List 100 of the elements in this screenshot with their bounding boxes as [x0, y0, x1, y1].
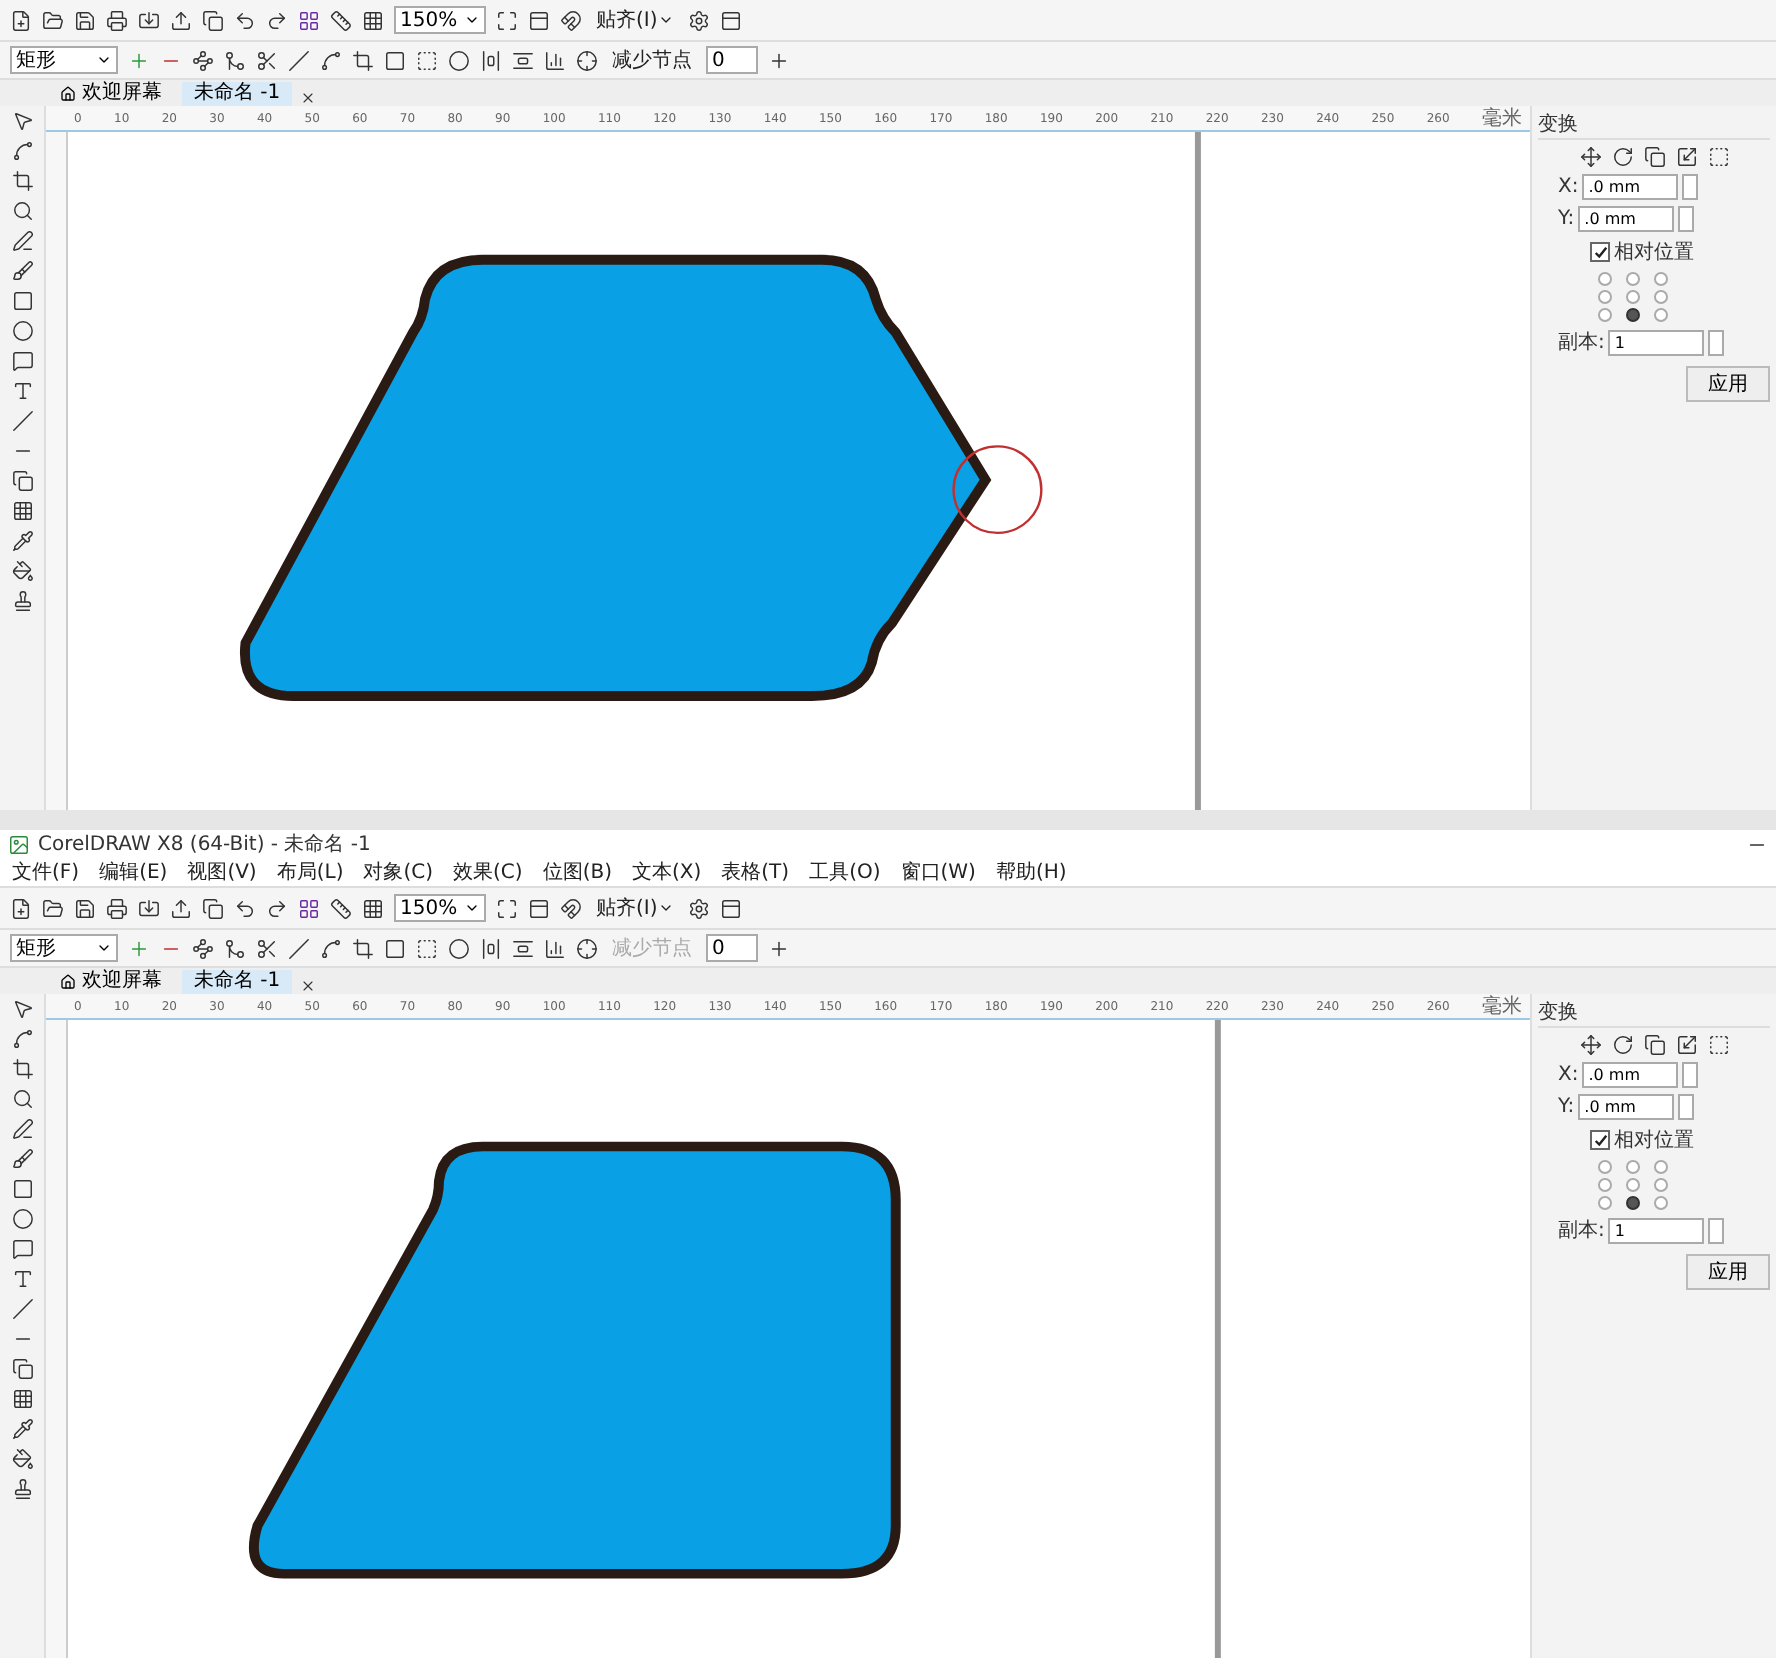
crop-icon[interactable] — [11, 170, 33, 192]
menu-item[interactable]: 帮助(H) — [995, 858, 1067, 886]
callout-icon[interactable] — [11, 350, 33, 372]
mirror-icon[interactable] — [1643, 146, 1665, 168]
ellipse-icon[interactable] — [11, 1208, 33, 1230]
anchor-radio[interactable] — [1598, 272, 1612, 286]
menu-item[interactable]: 布局(L) — [276, 858, 344, 886]
grid-icon[interactable] — [362, 897, 384, 919]
apply-button[interactable]: 应用 — [1686, 366, 1770, 402]
menu-item[interactable]: 文件(F) — [12, 858, 80, 886]
anchor-radio[interactable] — [1626, 290, 1640, 304]
undo-icon[interactable] — [234, 9, 256, 31]
pointer-icon[interactable] — [11, 110, 33, 132]
close-icon[interactable] — [300, 90, 317, 106]
close-icon[interactable] — [300, 978, 317, 994]
fill-icon[interactable] — [11, 1448, 33, 1470]
window-icon[interactable] — [719, 897, 742, 919]
shape-tool-icon[interactable] — [11, 1028, 33, 1050]
close-curve-icon[interactable] — [416, 937, 438, 959]
new-icon[interactable] — [10, 9, 32, 31]
target-icon[interactable] — [576, 49, 598, 71]
anchor-radio[interactable] — [1598, 1160, 1612, 1174]
copies-field[interactable]: 1 — [1608, 329, 1705, 355]
apply-button[interactable]: 应用 — [1686, 1254, 1770, 1290]
anchor-radio[interactable] — [1626, 1160, 1640, 1174]
magnet-icon[interactable] — [560, 897, 582, 919]
callout-icon[interactable] — [11, 1238, 33, 1260]
grid-icon[interactable] — [298, 9, 320, 31]
copy-icon[interactable] — [202, 9, 224, 31]
anchor-radio[interactable] — [1654, 1178, 1668, 1192]
menu-item[interactable]: 窗口(W) — [900, 858, 976, 886]
anchor-radio[interactable] — [1598, 1196, 1612, 1210]
anchor-radio[interactable] — [1654, 272, 1668, 286]
rect-icon[interactable] — [384, 937, 406, 959]
snap-dropdown[interactable]: 贴齐(I) — [592, 894, 678, 922]
zoom-field[interactable]: 150% — [394, 894, 486, 922]
open-icon[interactable] — [42, 897, 64, 919]
join-icon[interactable] — [224, 937, 246, 959]
export-icon[interactable] — [170, 897, 192, 919]
skew-icon[interactable] — [1707, 146, 1729, 168]
app-icon[interactable] — [8, 833, 30, 855]
scale-icon[interactable] — [1675, 146, 1697, 168]
panel-icon[interactable] — [528, 9, 550, 31]
text-icon[interactable] — [11, 380, 33, 402]
document-tab[interactable]: 欢迎屏幕 — [48, 970, 174, 994]
menu-item[interactable]: 位图(B) — [542, 858, 612, 886]
drawing-canvas[interactable] — [68, 132, 1530, 810]
anchor-radio[interactable] — [1654, 1160, 1668, 1174]
anchor-radio[interactable] — [1654, 1196, 1668, 1210]
fullscreen-icon[interactable] — [496, 9, 518, 31]
shape-tool-icon[interactable] — [11, 140, 33, 162]
anchor-radio[interactable] — [1598, 308, 1612, 322]
shape-type-dropdown[interactable]: 矩形 — [10, 46, 118, 74]
stamp-icon[interactable] — [11, 590, 33, 612]
align-icon[interactable] — [480, 937, 502, 959]
nodes-icon[interactable] — [192, 49, 214, 71]
zoom-field[interactable]: 150% — [394, 6, 486, 34]
shadow-icon[interactable] — [11, 1358, 33, 1380]
break-icon[interactable] — [256, 49, 278, 71]
menu-item[interactable]: 编辑(E) — [99, 858, 168, 886]
text-icon[interactable] — [11, 1268, 33, 1290]
checker-icon[interactable] — [11, 500, 33, 522]
ruler-icon[interactable] — [330, 9, 352, 31]
rectangle-icon[interactable] — [11, 1178, 33, 1200]
document-tab[interactable]: 未命名 -1 — [182, 82, 293, 106]
print-icon[interactable] — [106, 897, 128, 919]
corner-icon[interactable] — [352, 937, 374, 959]
rotate-icon[interactable] — [1611, 146, 1633, 168]
magnet-icon[interactable] — [560, 9, 582, 31]
ruler-icon[interactable] — [330, 897, 352, 919]
scale-icon[interactable] — [1675, 1034, 1697, 1056]
x-field[interactable]: .0 mm — [1582, 1062, 1679, 1088]
copy-icon[interactable] — [202, 897, 224, 919]
zoom-icon[interactable] — [11, 200, 33, 222]
circle-icon[interactable] — [448, 49, 470, 71]
anchor-radio[interactable] — [1598, 1178, 1612, 1192]
print-icon[interactable] — [106, 9, 128, 31]
rectangle-icon[interactable] — [11, 290, 33, 312]
y-field[interactable]: .0 mm — [1578, 206, 1675, 232]
curve-icon[interactable] — [320, 937, 342, 959]
add-node-icon[interactable] — [128, 49, 150, 71]
anchor-radio[interactable] — [1626, 1196, 1640, 1210]
reduce-nodes-button[interactable]: 减少节点 — [608, 46, 696, 74]
import-icon[interactable] — [138, 897, 160, 919]
bars-icon[interactable] — [544, 937, 566, 959]
grid-icon[interactable] — [362, 9, 384, 31]
skew-icon[interactable] — [1707, 1034, 1729, 1056]
grid-icon[interactable] — [298, 897, 320, 919]
copies-field[interactable]: 1 — [1608, 1217, 1705, 1243]
pointer-icon[interactable] — [11, 998, 33, 1020]
menu-item[interactable]: 效果(C) — [453, 858, 523, 886]
document-tab[interactable]: 欢迎屏幕 — [48, 82, 174, 106]
plus-icon[interactable] — [768, 937, 790, 959]
circle-icon[interactable] — [448, 937, 470, 959]
fill-icon[interactable] — [11, 560, 33, 582]
save-icon[interactable] — [74, 9, 96, 31]
position-icon[interactable] — [1579, 1034, 1601, 1056]
checkbox[interactable] — [1590, 242, 1610, 262]
rect-icon[interactable] — [384, 49, 406, 71]
window-icon[interactable] — [719, 9, 742, 31]
